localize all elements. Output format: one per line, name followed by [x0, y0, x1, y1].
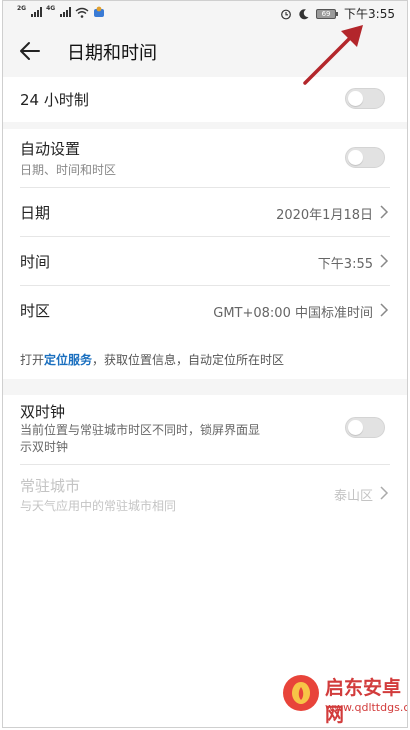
date-label: 日期 [20, 204, 51, 222]
auto-setting-row[interactable]: 自动设置 日期、时间和时区 [3, 129, 407, 187]
dual-clock-label: 双时钟 [20, 403, 66, 421]
chevron-right-icon [380, 303, 389, 317]
phone-screen: 2G 4G 69 下午3:55 日期和时间 24 小时制 自动设置 日期、时间和… [2, 0, 408, 728]
home-city-sub: 与天气应用中的常驻城市相同 [20, 499, 177, 513]
time-label: 时间 [20, 253, 51, 271]
auto-setting-label: 自动设置 [20, 140, 81, 158]
wifi-icon [75, 7, 89, 18]
dual-clock-sub-2: 示双时钟 [20, 440, 69, 454]
watermark-url: www.qdlttdgs.com [325, 701, 407, 714]
notification-app-icon [94, 6, 105, 17]
dual-clock-toggle[interactable] [345, 417, 385, 438]
auto-setting-toggle[interactable] [345, 147, 385, 168]
page-title: 日期和时间 [67, 43, 157, 64]
hint-suffix: ，获取位置信息，自动定位所在时区 [92, 353, 285, 367]
chevron-right-icon [380, 254, 389, 268]
date-value: 2020年1月18日 [276, 208, 373, 223]
status-time: 下午3:55 [344, 7, 395, 21]
back-arrow-icon[interactable] [17, 38, 43, 64]
status-right: 69 下午3:55 [280, 5, 395, 22]
chevron-right-icon [380, 486, 389, 500]
location-service-link[interactable]: 定位服务 [44, 353, 92, 367]
watermark: 启东安卓网 www.qdlttdgs.com [273, 661, 407, 727]
battery-icon: 69 [316, 8, 339, 19]
home-city-value: 泰山区 [333, 489, 373, 504]
dual-clock-row[interactable]: 双时钟 当前位置与常驻城市时区不同时，锁屏界面显 示双时钟 [3, 395, 407, 463]
battery-level: 69 [316, 8, 337, 19]
home-city-label: 常驻城市 [20, 477, 81, 495]
alarm-clock-icon [281, 9, 291, 19]
hour24-label: 24 小时制 [20, 91, 89, 109]
watermark-title: 启东安卓网 [325, 677, 402, 726]
do-not-disturb-moon-icon [299, 8, 309, 19]
timezone-label: 时区 [20, 302, 51, 320]
app-header: 日期和时间 [3, 25, 407, 77]
auto-setting-sub: 日期、时间和时区 [20, 163, 117, 177]
hour24-card: 24 小时制 [3, 77, 407, 122]
hour24-toggle[interactable] [345, 88, 385, 109]
date-row[interactable]: 日期 2020年1月18日 [3, 188, 407, 236]
hour24-row[interactable]: 24 小时制 [3, 77, 407, 122]
network-type-1: 2G [17, 4, 27, 12]
datetime-card: 自动设置 日期、时间和时区 日期 2020年1月18日 时间 下午3:55 时区… [3, 129, 407, 379]
signal-icon [31, 7, 43, 17]
status-left: 2G 4G [17, 4, 105, 18]
time-value: 下午3:55 [317, 257, 373, 272]
watermark-logo-icon [283, 675, 319, 711]
hint-prefix: 打开 [20, 353, 45, 367]
timezone-row[interactable]: 时区 GMT+08:00 中国标准时间 [3, 286, 407, 334]
dual-clock-sub-1: 当前位置与常驻城市时区不同时，锁屏界面显 [20, 423, 261, 437]
home-city-row: 常驻城市 与天气应用中的常驻城市相同 泰山区 [3, 465, 407, 521]
time-row[interactable]: 时间 下午3:55 [3, 237, 407, 285]
timezone-value: GMT+08:00 中国标准时间 [213, 306, 373, 321]
signal-icon-2 [60, 7, 72, 17]
network-type-2: 4G [46, 4, 56, 12]
chevron-right-icon [380, 205, 389, 219]
status-bar: 2G 4G 69 下午3:55 [3, 1, 407, 25]
location-hint: 打开定位服务，获取位置信息，自动定位所在时区 [20, 351, 284, 368]
